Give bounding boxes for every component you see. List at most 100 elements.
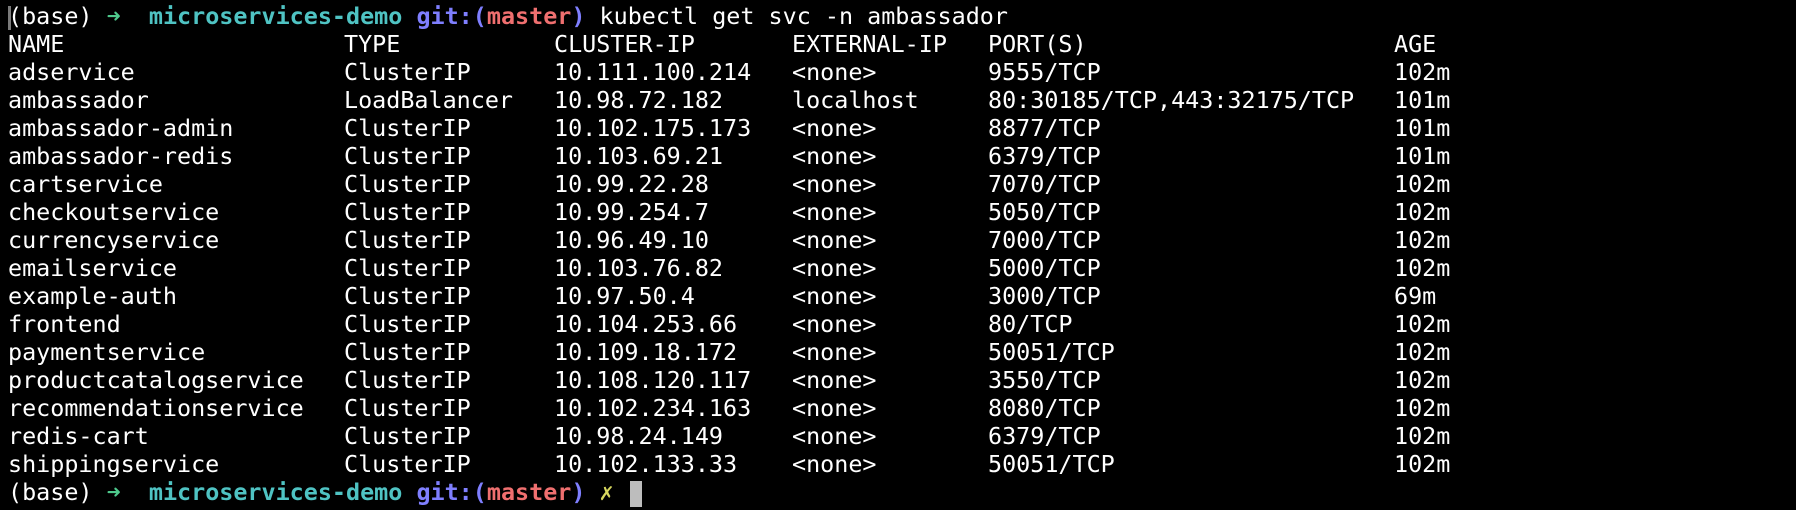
- table-row: shippingservice ClusterIP 10.102.133.33 …: [8, 450, 1788, 478]
- row-ports: 7000/TCP: [988, 226, 1101, 254]
- table-row: adservice ClusterIP 10.111.100.214 <none…: [8, 58, 1788, 86]
- table-row: paymentservice ClusterIP 10.109.18.172 <…: [8, 338, 1788, 366]
- row-name: ambassador-admin: [8, 114, 234, 142]
- row-cluster-ip: 10.103.76.82: [554, 254, 723, 282]
- row-cluster-ip: 10.102.175.173: [554, 114, 752, 142]
- git-branch: master: [486, 2, 572, 30]
- row-ports: 80:30185/TCP,443:32175/TCP: [988, 86, 1355, 114]
- row-age: 102m: [1394, 422, 1451, 450]
- row-name: cartservice: [8, 170, 163, 198]
- row-type: ClusterIP: [344, 394, 471, 422]
- row-age: 102m: [1394, 366, 1451, 394]
- conda-env-label: (base): [8, 478, 93, 506]
- table-header: NAME TYPE CLUSTER-IP EXTERNAL-IP PORT(S)…: [8, 30, 1788, 58]
- row-type: ClusterIP: [344, 198, 471, 226]
- row-type: ClusterIP: [344, 338, 471, 366]
- row-cluster-ip: 10.108.120.117: [554, 366, 752, 394]
- row-age: 102m: [1394, 226, 1451, 254]
- row-age: 101m: [1394, 142, 1451, 170]
- git-branch: master: [486, 478, 572, 506]
- row-external-ip: <none>: [792, 282, 877, 310]
- row-name: ambassador: [8, 86, 149, 114]
- header-cluster-ip: CLUSTER-IP: [554, 30, 695, 58]
- row-name: checkoutservice: [8, 198, 220, 226]
- table-row: redis-cart ClusterIP 10.98.24.149 <none>…: [8, 422, 1788, 450]
- row-external-ip: <none>: [792, 394, 877, 422]
- current-directory: microservices-demo: [148, 478, 403, 506]
- header-external-ip: EXTERNAL-IP: [792, 30, 947, 58]
- header-ports: PORT(S): [988, 30, 1087, 58]
- terminal-window[interactable]: (base) ➜ microservices-demo git:(master)…: [8, 2, 1788, 508]
- row-name: redis-cart: [8, 422, 149, 450]
- row-ports: 9555/TCP: [988, 58, 1101, 86]
- row-cluster-ip: 10.111.100.214: [554, 58, 752, 86]
- prompt-arrow-icon: ➜: [106, 2, 121, 30]
- row-ports: 50051/TCP: [988, 338, 1115, 366]
- row-name: recommendationservice: [8, 394, 304, 422]
- row-ports: 5000/TCP: [988, 254, 1101, 282]
- row-name: shippingservice: [8, 450, 220, 478]
- row-type: ClusterIP: [344, 282, 471, 310]
- active-prompt-line[interactable]: (base) ➜ microservices-demo git:(master)…: [8, 478, 1788, 507]
- row-age: 102m: [1394, 394, 1451, 422]
- row-external-ip: <none>: [792, 198, 877, 226]
- row-name: paymentservice: [8, 338, 206, 366]
- row-type: ClusterIP: [344, 142, 471, 170]
- row-ports: 3000/TCP: [988, 282, 1101, 310]
- row-ports: 6379/TCP: [988, 422, 1101, 450]
- table-row: ambassador-redis ClusterIP 10.103.69.21 …: [8, 142, 1788, 170]
- row-external-ip: <none>: [792, 422, 877, 450]
- row-external-ip: <none>: [792, 114, 877, 142]
- text-cursor[interactable]: [629, 480, 642, 507]
- row-type: ClusterIP: [344, 422, 471, 450]
- command-text: kubectl get svc -n ambassador: [599, 2, 1008, 30]
- row-ports: 80/TCP: [988, 310, 1073, 338]
- row-external-ip: <none>: [792, 142, 877, 170]
- row-type: ClusterIP: [344, 226, 471, 254]
- row-ports: 8877/TCP: [988, 114, 1101, 142]
- row-ports: 7070/TCP: [988, 170, 1101, 198]
- row-name: currencyservice: [8, 226, 220, 254]
- row-external-ip: <none>: [792, 450, 877, 478]
- row-type: ClusterIP: [344, 58, 471, 86]
- row-age: 101m: [1394, 114, 1451, 142]
- table-row: frontend ClusterIP 10.104.253.66 <none> …: [8, 310, 1788, 338]
- row-ports: 3550/TCP: [988, 366, 1101, 394]
- row-cluster-ip: 10.104.253.66: [554, 310, 738, 338]
- row-name: ambassador-redis: [8, 142, 234, 170]
- row-age: 102m: [1394, 338, 1451, 366]
- table-row: currencyservice ClusterIP 10.96.49.10 <n…: [8, 226, 1788, 254]
- row-cluster-ip: 10.103.69.21: [554, 142, 723, 170]
- row-type: ClusterIP: [344, 310, 471, 338]
- row-external-ip: <none>: [792, 366, 877, 394]
- row-age: 102m: [1394, 170, 1451, 198]
- row-name: emailservice: [8, 254, 177, 282]
- table-row: checkoutservice ClusterIP 10.99.254.7 <n…: [8, 198, 1788, 226]
- row-external-ip: <none>: [792, 310, 877, 338]
- git-dirty-icon: ✗: [599, 478, 614, 506]
- row-external-ip: <none>: [792, 170, 877, 198]
- header-type: TYPE: [344, 30, 401, 58]
- row-age: 102m: [1394, 310, 1451, 338]
- row-age: 69m: [1394, 282, 1437, 310]
- row-age: 101m: [1394, 86, 1451, 114]
- row-cluster-ip: 10.98.72.182: [554, 86, 723, 114]
- row-type: ClusterIP: [344, 366, 471, 394]
- row-type: ClusterIP: [344, 450, 471, 478]
- row-external-ip: localhost: [792, 86, 919, 114]
- current-directory: microservices-demo: [148, 2, 403, 30]
- row-name: example-auth: [8, 282, 177, 310]
- row-age: 102m: [1394, 450, 1451, 478]
- row-ports: 5050/TCP: [988, 198, 1101, 226]
- row-type: LoadBalancer: [344, 86, 513, 114]
- prompt-arrow-icon: ➜: [106, 478, 121, 506]
- git-label-close: ): [571, 478, 586, 506]
- row-type: ClusterIP: [344, 170, 471, 198]
- row-cluster-ip: 10.99.22.28: [554, 170, 709, 198]
- git-label: git:(: [416, 2, 487, 30]
- row-cluster-ip: 10.102.133.33: [554, 450, 738, 478]
- row-name: productcatalogservice: [8, 366, 304, 394]
- command-prompt-line: (base) ➜ microservices-demo git:(master)…: [8, 2, 1788, 30]
- table-row: emailservice ClusterIP 10.103.76.82 <non…: [8, 254, 1788, 282]
- row-age: 102m: [1394, 58, 1451, 86]
